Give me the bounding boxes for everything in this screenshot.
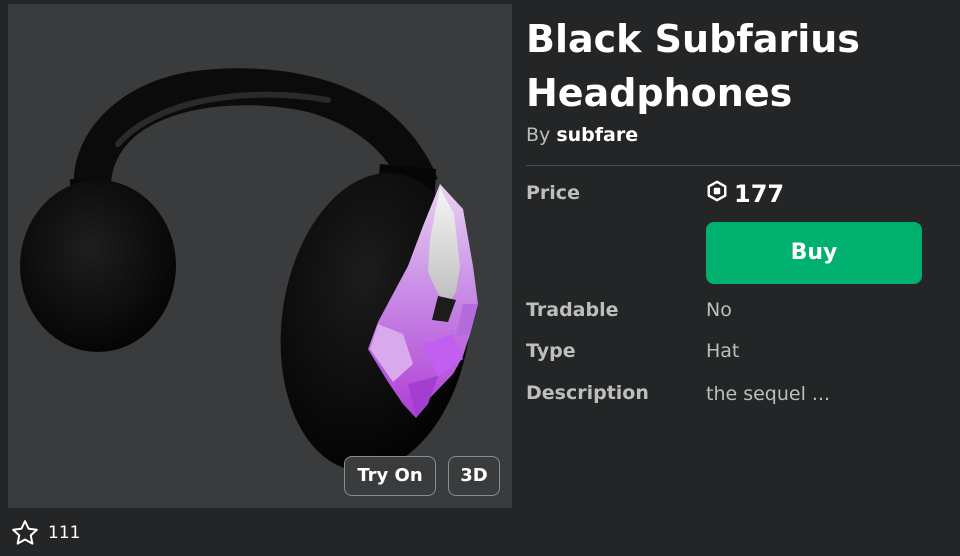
price-label: Price [526, 182, 580, 204]
creator-link[interactable]: subfare [556, 124, 638, 146]
headphones-image [20, 68, 478, 472]
tradable-label: Tradable [526, 299, 619, 321]
price-value: 177 [706, 180, 784, 208]
description-value: the sequel ... [706, 383, 831, 405]
view-3d-button[interactable]: 3D [448, 456, 500, 496]
description-label: Description [526, 382, 649, 404]
creator-byline: By subfare [526, 124, 638, 146]
type-value: Hat [706, 340, 740, 362]
star-outline-icon [10, 518, 40, 548]
details-divider [526, 165, 960, 166]
price-amount: 177 [734, 180, 785, 208]
robux-icon [706, 180, 728, 208]
try-on-button[interactable]: Try On [344, 456, 436, 496]
buy-button[interactable]: Buy [706, 222, 922, 284]
item-details-page: Try On 3D 111 Black Subfarius Headphones… [0, 0, 960, 556]
favorite-count: 111 [48, 523, 81, 543]
by-label: By [526, 124, 551, 146]
item-title: Black Subfarius Headphones [526, 17, 860, 115]
type-label: Type [526, 340, 576, 362]
tradable-value: No [706, 299, 732, 321]
favorite-toggle[interactable]: 111 [10, 516, 80, 550]
item-thumbnail-panel: Try On 3D [8, 4, 512, 508]
